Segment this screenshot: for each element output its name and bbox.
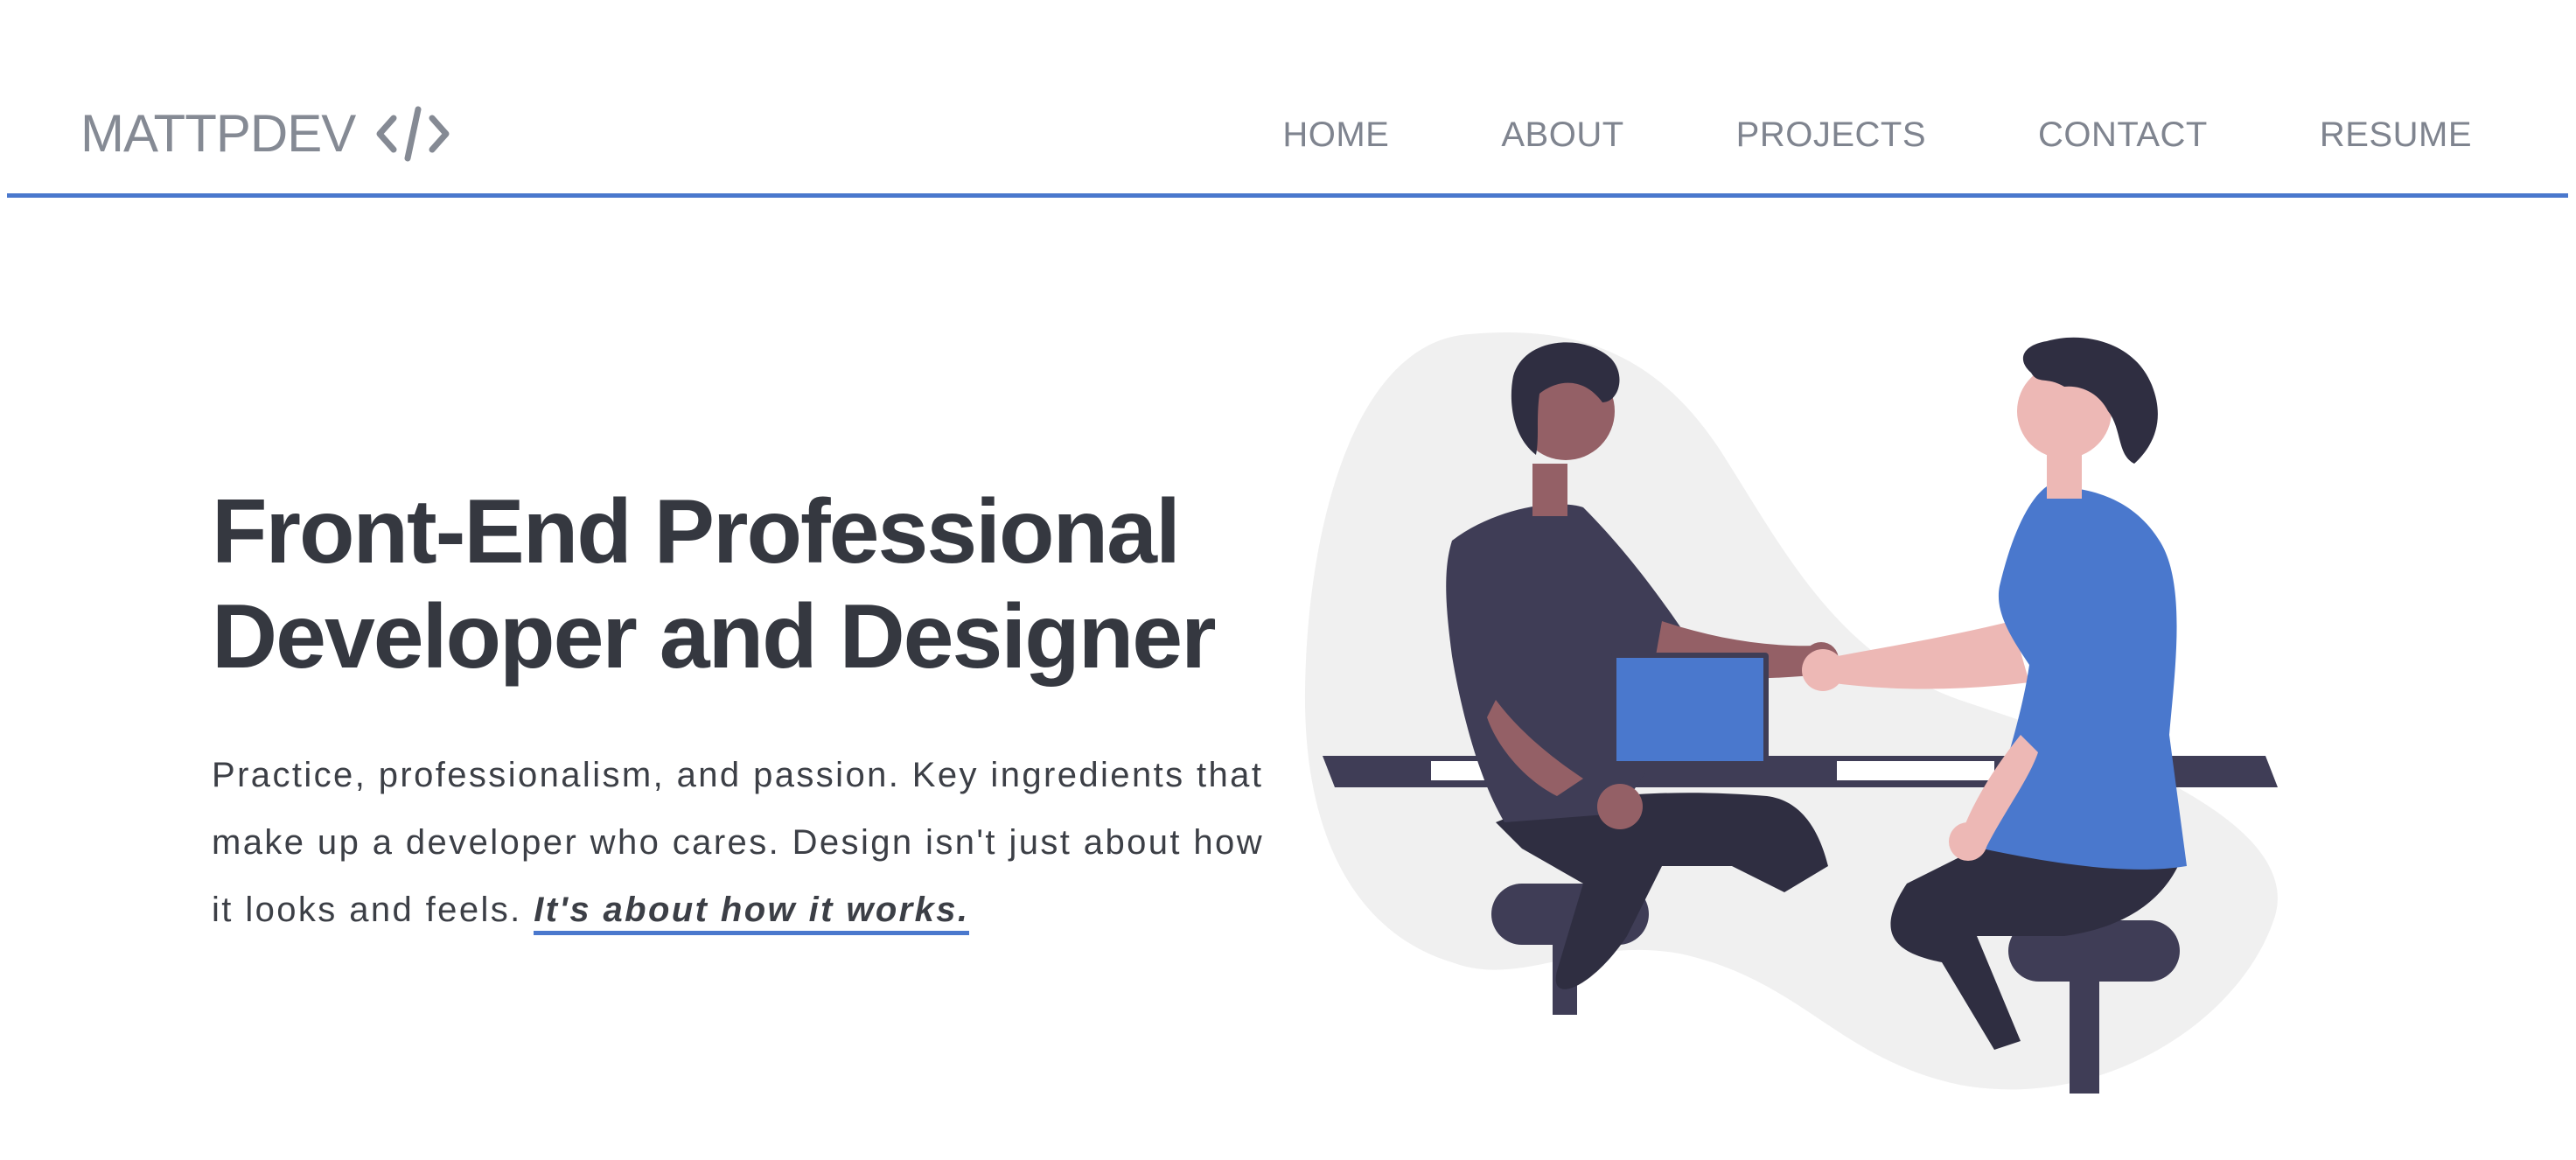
hero-title-line-2: Developer and Designer [212,586,1217,688]
nav-projects[interactable]: PROJECTS [1736,115,1926,155]
nav-home[interactable]: HOME [1282,115,1389,155]
hero-emphasis-link[interactable]: It's about how it works. [534,891,970,935]
nav-about[interactable]: ABOUT [1501,115,1623,155]
hero-title-line-1: Front-End Professional [212,481,1181,583]
nav-contact[interactable]: CONTACT [2038,115,2208,155]
nav-resume[interactable]: RESUME [2320,115,2472,155]
page: MATTPDEV HOME ABOUT PROJECTS CONTACT RES… [0,0,2576,1160]
hero-description: Practice, professionalism, and passion. … [212,742,1296,944]
main-nav: HOME ABOUT PROJECTS CONTACT RESUME [1282,115,2472,155]
code-brackets-icon [374,106,451,162]
handshake-illustration [1295,324,2292,1094]
hero-title: Front-End Professional Developer and Des… [212,479,1261,689]
brand-logo[interactable]: MATTPDEV [80,103,451,164]
brand-name: MATTPDEV [80,104,356,163]
site-header: MATTPDEV HOME ABOUT PROJECTS CONTACT RES… [7,0,2568,198]
